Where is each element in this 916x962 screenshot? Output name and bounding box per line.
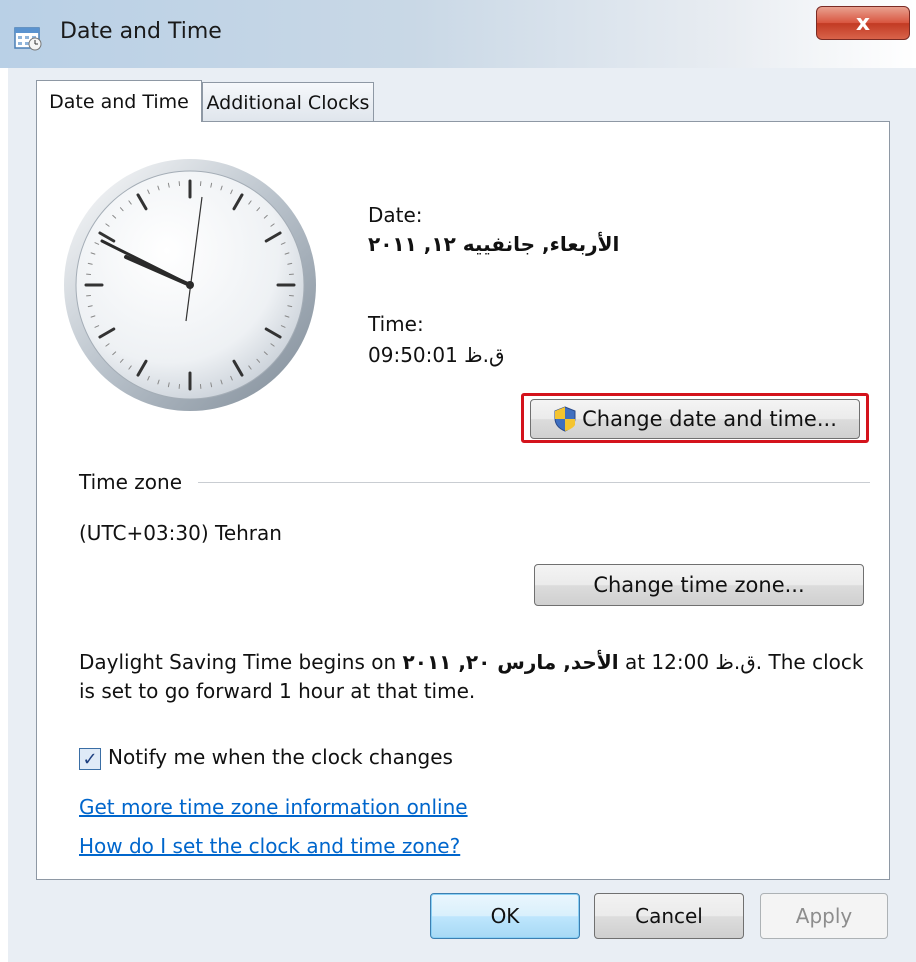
analog-clock (64, 159, 316, 411)
time-zone-value: (UTC+03:30) Tehran (79, 521, 282, 545)
date-value: الأربعاء, جانفييه ١٢, ٢٠١١ (368, 232, 620, 256)
uac-shield-icon (554, 406, 576, 432)
notify-label[interactable]: Notify me when the clock changes (108, 745, 453, 769)
dst-info-line2: is set to go forward 1 hour at that time… (79, 679, 476, 703)
cancel-button[interactable]: Cancel (594, 893, 744, 939)
time-value: ق.ظ 09:50:01 (368, 343, 505, 367)
time-label: Time: (368, 312, 424, 336)
dst-suffix: . The clock (755, 650, 864, 674)
apply-button[interactable]: Apply (760, 893, 888, 939)
title-bar[interactable]: Date and Time x (0, 0, 916, 68)
change-time-zone-label: Change time zone... (593, 573, 805, 597)
time-zone-heading: Time zone (79, 470, 183, 494)
tab-additional-clocks[interactable]: Additional Clocks (202, 82, 374, 122)
dst-at: at (624, 650, 646, 674)
date-time-dialog: Date and Time x Date and Time Additional… (0, 0, 916, 962)
more-time-zone-info-link[interactable]: Get more time zone information online (79, 795, 468, 819)
close-icon: x (855, 10, 871, 36)
dst-date: الأحد, مارس ٢٠, ٢٠١١ (402, 650, 619, 674)
change-time-zone-button[interactable]: Change time zone... (534, 564, 864, 606)
dst-prefix: Daylight Saving Time begins on (79, 650, 397, 674)
window-title: Date and Time (60, 19, 222, 44)
ok-button[interactable]: OK (430, 893, 580, 939)
checkmark-icon: ✓ (82, 748, 98, 770)
time-zone-divider (198, 482, 870, 483)
dst-time: ق.ظ 12:00 (651, 650, 756, 674)
change-date-time-button[interactable]: Change date and time... (530, 399, 860, 439)
how-to-set-clock-link[interactable]: How do I set the clock and time zone? (79, 834, 460, 858)
close-button[interactable]: x (816, 6, 910, 40)
tab-date-and-time[interactable]: Date and Time (36, 80, 202, 122)
dst-info-line1: Daylight Saving Time begins on الأحد, ما… (79, 650, 863, 674)
date-label: Date: (368, 203, 423, 227)
notify-checkbox[interactable]: ✓ (79, 748, 101, 770)
date-time-window-icon (14, 27, 42, 51)
change-date-time-label: Change date and time... (582, 407, 837, 431)
